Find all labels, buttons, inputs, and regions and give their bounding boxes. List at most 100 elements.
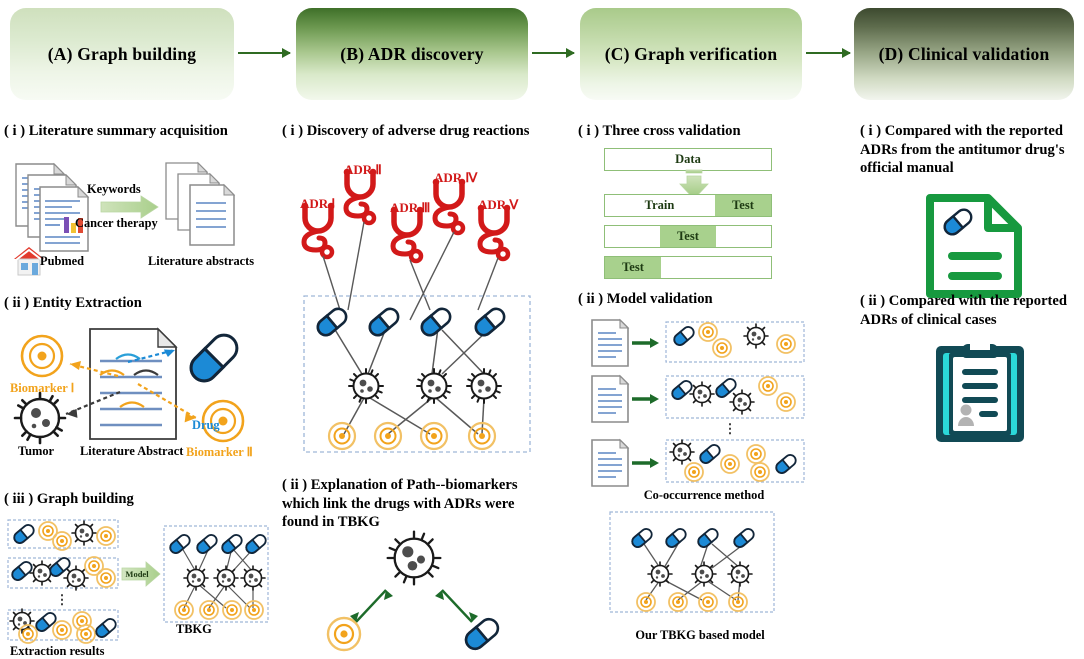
section-d1-num: ( i ) — [860, 123, 882, 139]
cancer-therapy-label: Cancer therapy — [75, 216, 158, 230]
section-c1-heading: ( i ) Three cross validation — [578, 122, 828, 141]
cv-data-label: Data — [675, 152, 701, 166]
section-c2-title: Model validation — [606, 291, 713, 307]
svg-text:⋮: ⋮ — [56, 592, 69, 607]
clipboard-patient-icon — [936, 338, 1024, 442]
svg-text:Model: Model — [125, 569, 149, 579]
biomarker-1-label: Biomarker Ⅰ — [10, 381, 75, 395]
model-arrow-icon: Model — [121, 561, 161, 587]
drug-capsule-icon — [189, 333, 239, 383]
section-a2-heading: ( ii ) Entity Extraction — [4, 294, 274, 313]
adr-4-stethoscope-icon — [433, 179, 466, 233]
adr-2-label: ADR Ⅱ — [344, 162, 382, 177]
stage-header-a: (A) Graph building — [10, 8, 234, 100]
section-c2-num: ( ii ) — [578, 291, 604, 307]
biomarker-node-3 — [419, 421, 449, 451]
document-with-pill-icon — [926, 194, 1022, 298]
tumor-node-1 — [348, 368, 384, 404]
section-d2-title: Compared with the reported ADRs of clini… — [860, 293, 1068, 328]
tumor-icon — [13, 391, 67, 445]
validation-doc-1 — [591, 319, 629, 367]
section-d1-heading: ( i ) Compared with the reported ADRs fr… — [860, 122, 1084, 178]
literature-abstract-document — [89, 327, 178, 440]
literature-abstracts-label: Literature abstracts — [148, 254, 255, 268]
biomarker-1-icon — [20, 334, 64, 378]
section-a2-title: Entity Extraction — [32, 295, 142, 311]
section-a1-num: ( i ) — [4, 123, 26, 139]
cv-fold-2-test: Test — [660, 226, 716, 247]
drug-node-4 — [471, 304, 509, 340]
section-c1-num: ( i ) — [578, 123, 600, 139]
abstracts-document-stack — [165, 161, 236, 246]
our-tbkg-model-graph — [609, 511, 775, 613]
explanation-tumor-icon — [386, 530, 442, 586]
figure-canvas: (A) Graph building (B) ADR discovery (C)… — [0, 0, 1084, 658]
model-validation-illustration: ⋮ — [591, 319, 805, 487]
extraction-row-1 — [11, 520, 116, 551]
extraction-results-label: Extraction results — [10, 644, 105, 658]
tumor-node-3 — [466, 368, 502, 404]
adr-3-label: ADR Ⅲ — [390, 200, 431, 215]
adr-4-label: ADR Ⅳ — [434, 170, 478, 185]
tumor-node-2 — [416, 368, 452, 404]
section-b2-num: ( ii ) — [282, 477, 308, 493]
section-a2-num: ( ii ) — [4, 295, 30, 311]
section-a3-heading: ( iii ) Graph building — [4, 490, 274, 509]
arrow-c-to-d — [806, 48, 851, 58]
arrow-a-to-b — [238, 48, 291, 58]
section-d1-title: Compared with the reported ADRs from the… — [860, 123, 1065, 177]
stage-header-a-label: (A) Graph building — [47, 43, 197, 64]
tumor-label: Tumor — [18, 444, 55, 458]
explanation-arrows — [355, 589, 473, 623]
drug-node-3 — [417, 304, 455, 340]
stage-header-c: (C) Graph verification — [580, 8, 802, 100]
adr-5-label: ADR Ⅴ — [478, 197, 519, 212]
section-d2-heading: ( ii ) Compared with the reported ADRs o… — [860, 292, 1084, 329]
drug-label: Drug — [192, 418, 220, 432]
section-b1-num: ( i ) — [282, 123, 304, 139]
section-b2-heading: ( ii ) Explanation of Path--biomarkers w… — [282, 476, 546, 532]
pill-icon — [943, 208, 973, 236]
pubmed-label: Pubmed — [40, 254, 85, 268]
extraction-row-2 — [9, 554, 116, 591]
pubmed-document-stack — [15, 162, 90, 252]
arrow-b-to-c — [532, 48, 575, 58]
adr-1-label: ADR Ⅰ — [300, 196, 336, 211]
stage-header-d: (D) Clinical validation — [854, 8, 1074, 100]
drug-node-2 — [365, 304, 403, 340]
graph-building-illustration: ⋮ Model — [7, 519, 269, 644]
path-biomarker-explanation-illustration — [326, 530, 500, 652]
section-c1-title: Three cross validation — [602, 123, 741, 139]
section-b1-title: Discovery of adverse drug reactions — [306, 123, 530, 139]
validation-row-2 — [669, 375, 796, 415]
validation-arrow-3 — [630, 456, 661, 470]
extraction-row-3 — [9, 608, 119, 644]
section-b2-title: Explanation of Path--biomarkers which li… — [282, 477, 518, 531]
biomarker-node-1 — [327, 421, 357, 451]
section-a1-title: Literature summary acquisition — [28, 123, 228, 139]
biomarker-node-2 — [373, 421, 403, 451]
stage-header-b: (B) ADR discovery — [296, 8, 528, 100]
explanation-drug-icon — [464, 617, 500, 651]
cv-fold-1-train-label: Train — [644, 198, 675, 212]
stage-header-c-label: (C) Graph verification — [604, 43, 778, 64]
co-occurrence-method-label: Co-occurrence method — [643, 488, 765, 502]
validation-row-1 — [671, 322, 796, 358]
validation-doc-2 — [591, 375, 629, 423]
section-a1-heading: ( i ) Literature summary acquisition — [4, 122, 274, 141]
tbkg-label-a: TBKG — [176, 622, 212, 636]
section-d2-num: ( ii ) — [860, 293, 886, 309]
validation-row-3 — [669, 439, 799, 482]
literature-abstract-label: Literature Abstract — [80, 444, 184, 458]
cv-fold-1-test: Test — [715, 195, 771, 216]
explanation-biomarker-icon — [326, 616, 362, 652]
validation-doc-3 — [591, 439, 629, 487]
drug-node-1 — [313, 304, 351, 340]
our-tbkg-based-model-label: Our TBKG based model — [635, 628, 765, 642]
keywords-label: Keywords — [87, 182, 141, 196]
stage-header-d-label: (D) Clinical validation — [878, 43, 1050, 64]
stage-header-b-label: (B) ADR discovery — [340, 43, 484, 64]
section-b1-heading: ( i ) Discovery of adverse drug reaction… — [282, 122, 552, 141]
section-a3-num: ( iii ) — [4, 491, 34, 507]
keywords-arrow-icon — [100, 195, 159, 219]
